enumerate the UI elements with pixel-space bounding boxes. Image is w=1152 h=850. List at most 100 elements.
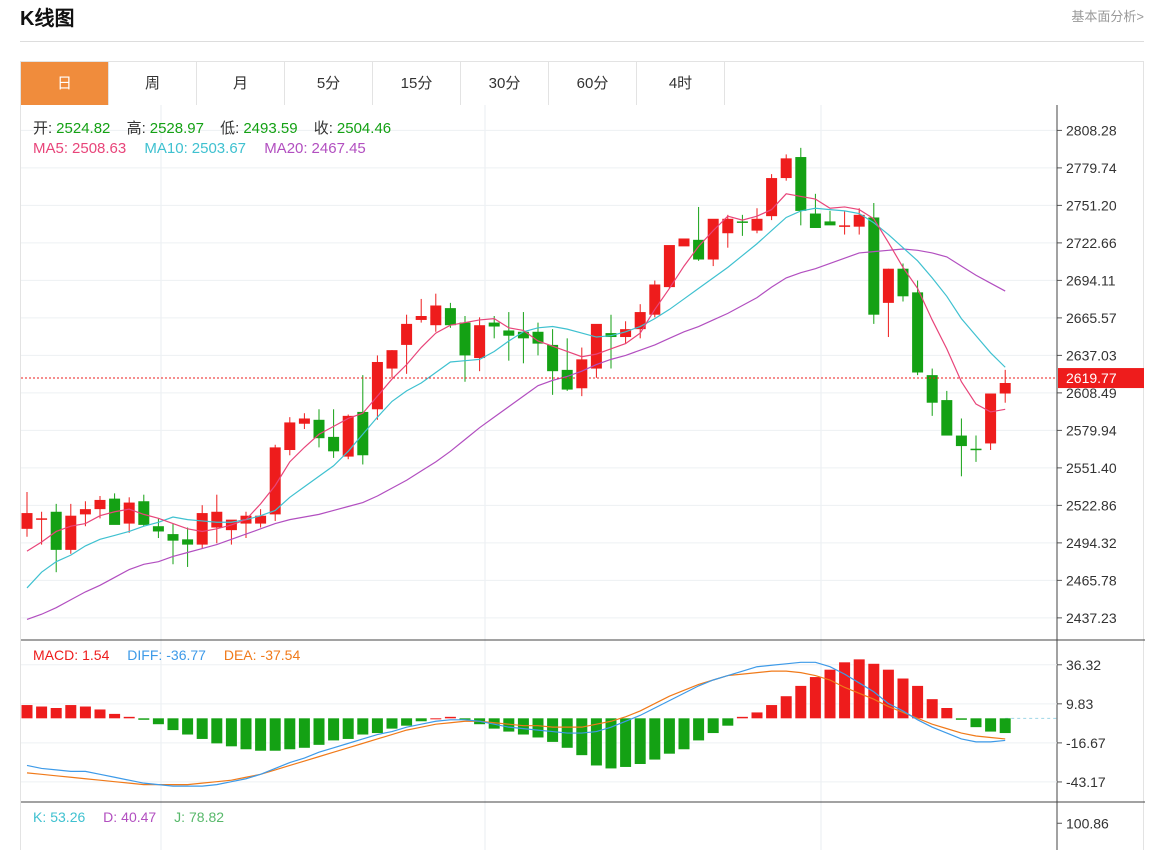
ytick-label-macd-3: -43.17 — [1066, 774, 1106, 790]
candle-body-17 — [269, 447, 281, 515]
candle-body-9 — [152, 526, 164, 532]
open-value: 2524.82 — [56, 120, 111, 137]
ytick-label-main-12: 2465.78 — [1066, 572, 1117, 588]
tab-1[interactable]: 周 — [109, 62, 197, 105]
candle-body-59 — [882, 268, 894, 303]
candle-body-62 — [926, 375, 938, 403]
macd-bar-11 — [182, 718, 194, 735]
macd-bar-46 — [693, 718, 705, 741]
candle-body-31 — [474, 325, 486, 359]
macd-bar-1 — [36, 706, 48, 719]
macd-bar-47 — [707, 718, 719, 734]
ytick-label-main-13: 2437.23 — [1066, 610, 1117, 626]
close-label: 收: — [313, 120, 333, 137]
macd-bar-25 — [386, 718, 398, 729]
macd-bar-27 — [415, 718, 427, 722]
fundamental-analysis-link[interactable]: 基本面分析> — [1071, 6, 1144, 25]
ma10-line — [26, 207, 1006, 589]
macd-bar-9 — [152, 718, 164, 725]
ytick-label-main-5: 2665.57 — [1066, 310, 1117, 326]
macd-bar-38 — [576, 718, 588, 756]
candle-body-21 — [328, 436, 340, 452]
macd-bar-55 — [824, 669, 836, 719]
candle-body-48 — [722, 218, 734, 234]
tab-4[interactable]: 15分 — [373, 62, 461, 105]
candle-body-12 — [196, 513, 208, 545]
dea-label: DEA: — [223, 647, 257, 663]
tab-3[interactable]: 5分 — [285, 62, 373, 105]
macd-bar-65 — [970, 718, 982, 728]
macd-bar-5 — [94, 709, 106, 719]
macd-bar-62 — [926, 699, 938, 719]
tab-2[interactable]: 月 — [197, 62, 285, 105]
macd-bar-64 — [955, 718, 967, 720]
macd-bar-15 — [240, 718, 252, 750]
current-price-label: 2619.77 — [1066, 370, 1117, 386]
candle-body-39 — [590, 323, 602, 369]
candle-body-27 — [415, 316, 427, 320]
k-label: K: — [33, 809, 47, 825]
macd-bar-34 — [517, 718, 529, 735]
candle-body-2 — [50, 511, 62, 550]
candle-body-19 — [298, 418, 310, 424]
j-value: 78.82 — [189, 809, 225, 825]
candle-body-51 — [766, 178, 778, 217]
ma10-value: 2503.67 — [191, 140, 247, 157]
candle-body-24 — [371, 361, 383, 410]
candle-body-25 — [386, 350, 398, 369]
low-label: 低: — [220, 120, 240, 137]
candle-body-36 — [547, 344, 559, 372]
candle-body-54 — [809, 213, 821, 228]
diff-label: DIFF: — [127, 647, 163, 663]
tab-7[interactable]: 4时 — [637, 62, 725, 105]
tab-6[interactable]: 60分 — [549, 62, 637, 105]
candle-body-67 — [999, 383, 1011, 394]
ytick-label-main-10: 2522.86 — [1066, 497, 1117, 513]
macd-bar-14 — [225, 718, 237, 747]
page-title: K线图 — [20, 8, 75, 30]
kline-chart[interactable]: 2808.28 2779.74 2751.20 2722.66 2694.11 2665.… — [20, 105, 1145, 850]
macd-bar-67 — [999, 718, 1011, 734]
candle-body-33 — [503, 330, 515, 336]
candle-body-3 — [65, 515, 77, 550]
ma20-line — [26, 248, 1006, 621]
macd-bar-48 — [722, 718, 734, 726]
macd-bar-16 — [255, 718, 267, 751]
macd-bar-63 — [941, 708, 953, 719]
candle-body-0 — [21, 513, 33, 529]
tab-5[interactable]: 30分 — [461, 62, 549, 105]
tab-0[interactable]: 日 — [21, 62, 109, 105]
candle-body-20 — [313, 419, 325, 439]
candle-body-5 — [94, 499, 106, 510]
candle-body-10 — [167, 534, 179, 541]
macd-bar-18 — [284, 718, 296, 750]
ma20-label: MA20: — [264, 140, 308, 157]
candle-body-56 — [839, 225, 851, 227]
low-value: 2493.59 — [243, 120, 298, 137]
high-value: 2528.97 — [149, 120, 204, 137]
candle-body-26 — [401, 323, 413, 345]
macd-bar-12 — [196, 718, 208, 739]
macd-bar-43 — [649, 718, 661, 760]
high-label: 高: — [126, 120, 146, 137]
candle-body-61 — [912, 292, 924, 373]
candle-body-11 — [182, 539, 194, 545]
candle-body-53 — [795, 157, 807, 211]
macd-bar-56 — [839, 662, 851, 719]
macd-bar-17 — [269, 718, 281, 751]
macd-bar-22 — [342, 718, 354, 739]
ytick-label-main-11: 2494.32 — [1066, 535, 1117, 551]
macd-bar-49 — [736, 716, 748, 719]
macd-bar-10 — [167, 718, 179, 731]
macd-bar-42 — [634, 718, 646, 764]
candle-body-65 — [970, 448, 982, 451]
macd-bar-53 — [795, 685, 807, 719]
ytick-label-main-3: 2722.66 — [1066, 235, 1117, 251]
candle-body-13 — [211, 511, 223, 528]
macd-bar-28 — [430, 718, 442, 720]
candle-body-64 — [955, 435, 967, 447]
macd-bar-44 — [663, 718, 675, 754]
candle-body-38 — [576, 359, 588, 389]
macd-bar-61 — [912, 685, 924, 719]
k-value: 53.26 — [50, 809, 86, 825]
